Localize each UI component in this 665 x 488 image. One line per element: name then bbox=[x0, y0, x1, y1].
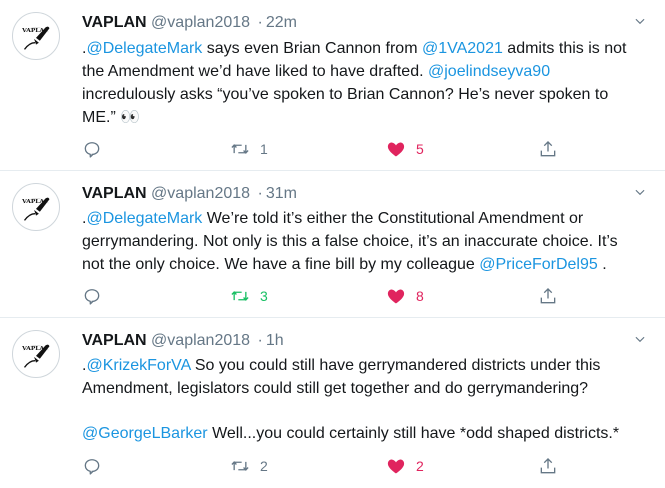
retweet-button[interactable]: 3 bbox=[230, 284, 268, 308]
vaplan-logo-icon bbox=[13, 331, 59, 377]
retweet-count: 3 bbox=[260, 288, 268, 304]
like-button[interactable]: 5 bbox=[386, 137, 424, 161]
text-span: Well...you could certainly still have *o… bbox=[207, 425, 620, 442]
tweet[interactable]: VAPLAN @vaplan2018 · 22m .@DelegateMark s… bbox=[0, 0, 665, 171]
user-handle[interactable]: @vaplan2018 bbox=[151, 332, 250, 349]
mention-link[interactable]: @DelegateMark bbox=[86, 210, 202, 227]
eyes-emoji: 👀 bbox=[120, 109, 142, 126]
reply-icon bbox=[82, 139, 102, 159]
tweet-text: .@DelegateMark We’re told it’s either th… bbox=[82, 207, 642, 276]
share-icon bbox=[538, 286, 558, 306]
timestamp[interactable]: 22m bbox=[266, 14, 297, 31]
share-button[interactable] bbox=[538, 137, 558, 161]
timestamp[interactable]: 1h bbox=[266, 332, 284, 349]
share-button[interactable] bbox=[538, 284, 558, 308]
display-name[interactable]: VAPLAN bbox=[82, 14, 147, 31]
tweet-paragraph: @GeorgeLBarker Well...you could certainl… bbox=[82, 422, 642, 445]
tweet-paragraph: .@KrizekForVA So you could still have ge… bbox=[82, 354, 642, 400]
tweet-feed: VAPLAN @vaplan2018 · 22m .@DelegateMark s… bbox=[0, 0, 665, 488]
tweet[interactable]: VAPLAN @vaplan2018 · 31m .@DelegateMark W… bbox=[0, 171, 665, 318]
text-span: says even Brian Cannon from bbox=[202, 40, 422, 57]
tweet-paragraph: .@DelegateMark We’re told it’s either th… bbox=[82, 207, 642, 276]
tweet-text: .@KrizekForVA So you could still have ge… bbox=[82, 354, 642, 445]
chevron-down-icon[interactable] bbox=[633, 332, 647, 346]
share-icon bbox=[538, 139, 558, 159]
like-count: 8 bbox=[416, 288, 424, 304]
mention-link[interactable]: @PriceForDel95 bbox=[479, 256, 598, 273]
retweet-count: 1 bbox=[260, 141, 268, 157]
tweet-actions: 2 2 bbox=[82, 454, 572, 478]
vaplan-logo-icon bbox=[13, 184, 59, 230]
separator-dot: · bbox=[257, 332, 263, 349]
mention-link[interactable]: @1VA2021 bbox=[422, 40, 503, 57]
vaplan-logo-icon bbox=[13, 13, 59, 59]
text-span: incredulously asks “you’ve spoken to Bri… bbox=[82, 86, 609, 126]
share-icon bbox=[538, 456, 558, 476]
retweet-icon bbox=[230, 286, 250, 306]
retweet-icon bbox=[230, 456, 250, 476]
like-button[interactable]: 2 bbox=[386, 454, 424, 478]
reply-button[interactable] bbox=[82, 284, 112, 308]
avatar[interactable] bbox=[12, 12, 60, 60]
user-handle[interactable]: @vaplan2018 bbox=[151, 14, 250, 31]
display-name[interactable]: VAPLAN bbox=[82, 332, 147, 349]
share-button[interactable] bbox=[538, 454, 558, 478]
retweet-button[interactable]: 1 bbox=[230, 137, 268, 161]
user-handle[interactable]: @vaplan2018 bbox=[151, 185, 250, 202]
retweet-count: 2 bbox=[260, 458, 268, 474]
tweet[interactable]: VAPLAN @vaplan2018 · 1h .@KrizekForVA So … bbox=[0, 318, 665, 488]
timestamp[interactable]: 31m bbox=[266, 185, 297, 202]
display-name[interactable]: VAPLAN bbox=[82, 185, 147, 202]
heart-icon bbox=[386, 139, 406, 159]
reply-icon bbox=[82, 456, 102, 476]
tweet-text: .@DelegateMark says even Brian Cannon fr… bbox=[82, 37, 642, 129]
tweet-actions: 3 8 bbox=[82, 284, 572, 308]
mention-link[interactable]: @GeorgeLBarker bbox=[82, 425, 208, 442]
like-count: 5 bbox=[416, 141, 424, 157]
mention-link[interactable]: @KrizekForVA bbox=[86, 357, 190, 374]
avatar[interactable] bbox=[12, 330, 60, 378]
reply-icon bbox=[82, 286, 102, 306]
retweet-icon bbox=[230, 139, 250, 159]
mention-link[interactable]: @joelindseyva90 bbox=[428, 63, 550, 80]
tweet-actions: 1 5 bbox=[82, 137, 572, 161]
mention-link[interactable]: @DelegateMark bbox=[86, 40, 202, 57]
like-button[interactable]: 8 bbox=[386, 284, 424, 308]
tweet-paragraph: .@DelegateMark says even Brian Cannon fr… bbox=[82, 37, 642, 129]
text-span: . bbox=[597, 256, 607, 273]
chevron-down-icon[interactable] bbox=[633, 185, 647, 199]
reply-button[interactable] bbox=[82, 137, 112, 161]
tweet-header: VAPLAN @vaplan2018 · 31m bbox=[82, 183, 297, 205]
chevron-down-icon[interactable] bbox=[633, 14, 647, 28]
heart-icon bbox=[386, 286, 406, 306]
heart-icon bbox=[386, 456, 406, 476]
tweet-header: VAPLAN @vaplan2018 · 22m bbox=[82, 12, 297, 34]
reply-button[interactable] bbox=[82, 454, 112, 478]
separator-dot: · bbox=[257, 14, 263, 31]
separator-dot: · bbox=[257, 185, 263, 202]
retweet-button[interactable]: 2 bbox=[230, 454, 268, 478]
avatar[interactable] bbox=[12, 183, 60, 231]
tweet-header: VAPLAN @vaplan2018 · 1h bbox=[82, 330, 284, 352]
like-count: 2 bbox=[416, 458, 424, 474]
